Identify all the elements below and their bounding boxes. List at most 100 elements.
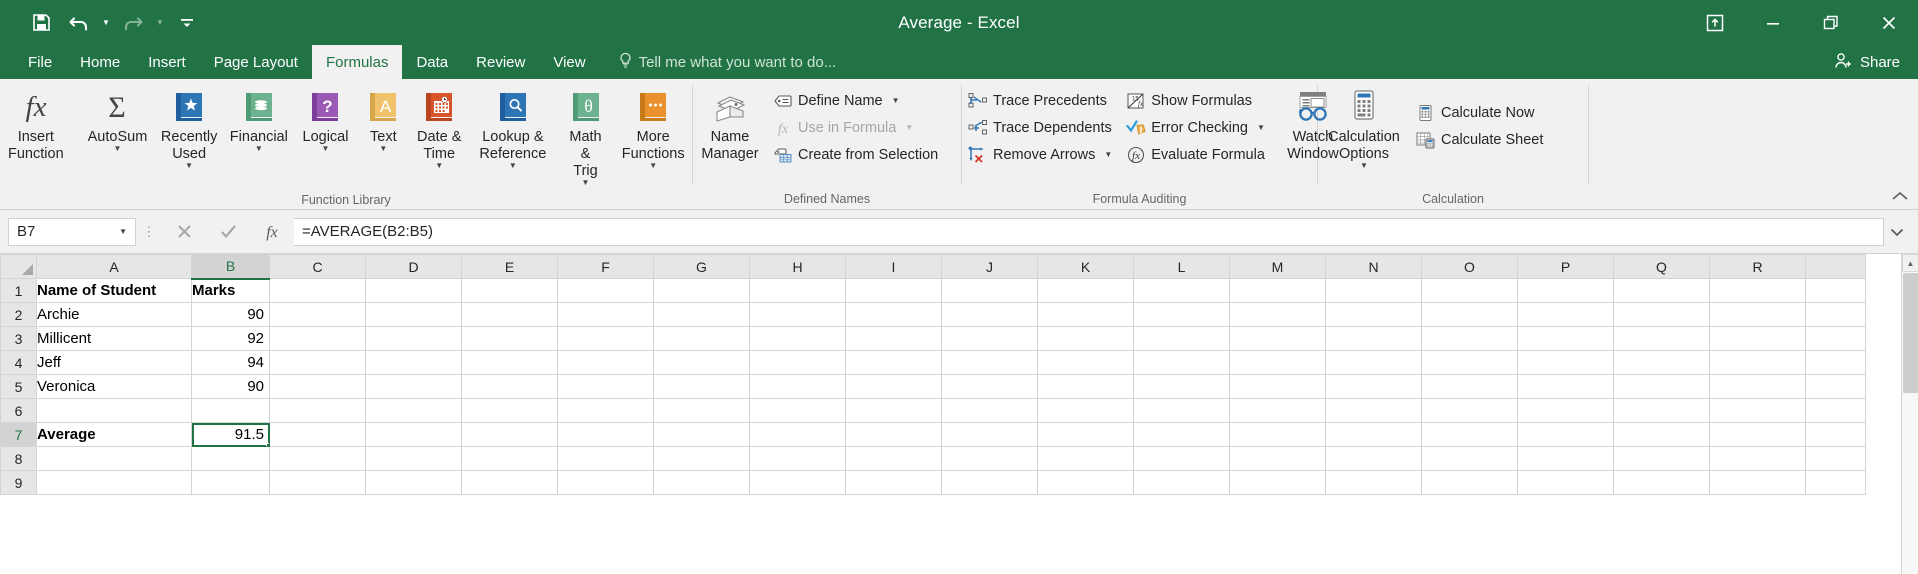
cell-B5[interactable]: 90: [191, 374, 270, 399]
row-header-9[interactable]: 9: [0, 470, 37, 495]
cell-H1[interactable]: [749, 278, 846, 303]
cell-B8[interactable]: [191, 446, 270, 471]
tab-formulas[interactable]: Formulas: [311, 45, 403, 79]
column-header-I[interactable]: I: [845, 254, 942, 279]
ribbon-display-options-icon[interactable]: [1686, 0, 1744, 45]
cell-R3[interactable]: [1709, 326, 1806, 351]
cell-L3[interactable]: [1133, 326, 1230, 351]
vertical-scrollbar[interactable]: ▲: [1901, 254, 1918, 574]
undo-icon[interactable]: [60, 7, 98, 39]
cell-L4[interactable]: [1133, 350, 1230, 375]
cell-partial-4[interactable]: [1805, 350, 1866, 375]
date-and-time-dropdown-icon[interactable]: ▼: [435, 162, 443, 170]
cell-C2[interactable]: [269, 302, 366, 327]
cell-partial-6[interactable]: [1805, 398, 1866, 423]
cell-G5[interactable]: [653, 374, 750, 399]
logical-button[interactable]: ? Logical ▼: [294, 85, 358, 156]
column-header-C[interactable]: C: [269, 254, 366, 279]
cell-L1[interactable]: [1133, 278, 1230, 303]
column-header-N[interactable]: N: [1325, 254, 1422, 279]
fill-handle[interactable]: [266, 443, 269, 446]
cell-J9[interactable]: [941, 470, 1038, 495]
cell-O5[interactable]: [1421, 374, 1518, 399]
row-header-8[interactable]: 8: [0, 446, 37, 471]
cell-E1[interactable]: [461, 278, 558, 303]
cell-partial-5[interactable]: [1805, 374, 1866, 399]
cell-L8[interactable]: [1133, 446, 1230, 471]
cell-G7[interactable]: [653, 422, 750, 447]
cell-D9[interactable]: [365, 470, 462, 495]
cell-I4[interactable]: [845, 350, 942, 375]
cell-D8[interactable]: [365, 446, 462, 471]
cell-partial-1[interactable]: [1805, 278, 1866, 303]
lookup-and-reference-dropdown-icon[interactable]: ▼: [509, 162, 517, 170]
cell-R9[interactable]: [1709, 470, 1806, 495]
more-functions-button[interactable]: More Functions ▼: [614, 85, 692, 173]
cell-B2[interactable]: 90: [191, 302, 270, 327]
tab-view[interactable]: View: [539, 45, 599, 79]
enter-formula-icon[interactable]: [206, 217, 250, 247]
date-and-time-button[interactable]: Date & Time ▼: [409, 85, 469, 173]
cell-partial-2[interactable]: [1805, 302, 1866, 327]
undo-dropdown-icon[interactable]: ▼: [98, 7, 114, 39]
cell-B9[interactable]: [191, 470, 270, 495]
column-header-L[interactable]: L: [1133, 254, 1230, 279]
cell-L5[interactable]: [1133, 374, 1230, 399]
column-header-J[interactable]: J: [941, 254, 1038, 279]
column-header-P[interactable]: P: [1517, 254, 1614, 279]
cell-N7[interactable]: [1325, 422, 1422, 447]
cell-N3[interactable]: [1325, 326, 1422, 351]
cell-partial-8[interactable]: [1805, 446, 1866, 471]
cell-P5[interactable]: [1517, 374, 1614, 399]
lookup-and-reference-button[interactable]: Lookup & Reference ▼: [469, 85, 557, 173]
cell-C3[interactable]: [269, 326, 366, 351]
cell-P6[interactable]: [1517, 398, 1614, 423]
cell-R8[interactable]: [1709, 446, 1806, 471]
formula-input[interactable]: =AVERAGE(B2:B5): [294, 217, 1884, 246]
evaluate-formula-button[interactable]: fx Evaluate Formula: [1120, 141, 1271, 168]
math-and-trig-dropdown-icon[interactable]: ▼: [582, 179, 590, 187]
cell-F9[interactable]: [557, 470, 654, 495]
formula-bar-resize-handle[interactable]: ⋮: [136, 224, 162, 240]
cell-J2[interactable]: [941, 302, 1038, 327]
cell-partial-3[interactable]: [1805, 326, 1866, 351]
cell-H5[interactable]: [749, 374, 846, 399]
cell-O2[interactable]: [1421, 302, 1518, 327]
cell-G2[interactable]: [653, 302, 750, 327]
cell-K7[interactable]: [1037, 422, 1134, 447]
cell-R1[interactable]: [1709, 278, 1806, 303]
cell-C1[interactable]: [269, 278, 366, 303]
cell-E7[interactable]: [461, 422, 558, 447]
cell-K6[interactable]: [1037, 398, 1134, 423]
cell-F4[interactable]: [557, 350, 654, 375]
cell-E8[interactable]: [461, 446, 558, 471]
cell-C6[interactable]: [269, 398, 366, 423]
cell-R2[interactable]: [1709, 302, 1806, 327]
expand-formula-bar-icon[interactable]: [1884, 218, 1910, 246]
cell-B1[interactable]: Marks: [191, 278, 270, 303]
close-icon[interactable]: [1860, 0, 1918, 45]
cell-D4[interactable]: [365, 350, 462, 375]
cell-R6[interactable]: [1709, 398, 1806, 423]
cell-F2[interactable]: [557, 302, 654, 327]
cell-N5[interactable]: [1325, 374, 1422, 399]
cell-J1[interactable]: [941, 278, 1038, 303]
financial-dropdown-icon[interactable]: ▼: [255, 145, 263, 153]
cell-G9[interactable]: [653, 470, 750, 495]
column-header-partial[interactable]: [1805, 254, 1866, 279]
row-header-2[interactable]: 2: [0, 302, 37, 327]
math-and-trig-button[interactable]: θ Math & Trig ▼: [557, 85, 615, 190]
column-header-O[interactable]: O: [1421, 254, 1518, 279]
cell-O1[interactable]: [1421, 278, 1518, 303]
cell-P4[interactable]: [1517, 350, 1614, 375]
calculate-now-button[interactable]: Calculate Now: [1410, 99, 1549, 126]
cell-N1[interactable]: [1325, 278, 1422, 303]
cell-M6[interactable]: [1229, 398, 1326, 423]
collapse-ribbon-icon[interactable]: [1890, 190, 1910, 205]
name-box[interactable]: B7 ▼: [8, 217, 136, 246]
column-header-F[interactable]: F: [557, 254, 654, 279]
scroll-up-icon[interactable]: ▲: [1902, 254, 1918, 272]
cell-N8[interactable]: [1325, 446, 1422, 471]
cell-I2[interactable]: [845, 302, 942, 327]
cell-M4[interactable]: [1229, 350, 1326, 375]
